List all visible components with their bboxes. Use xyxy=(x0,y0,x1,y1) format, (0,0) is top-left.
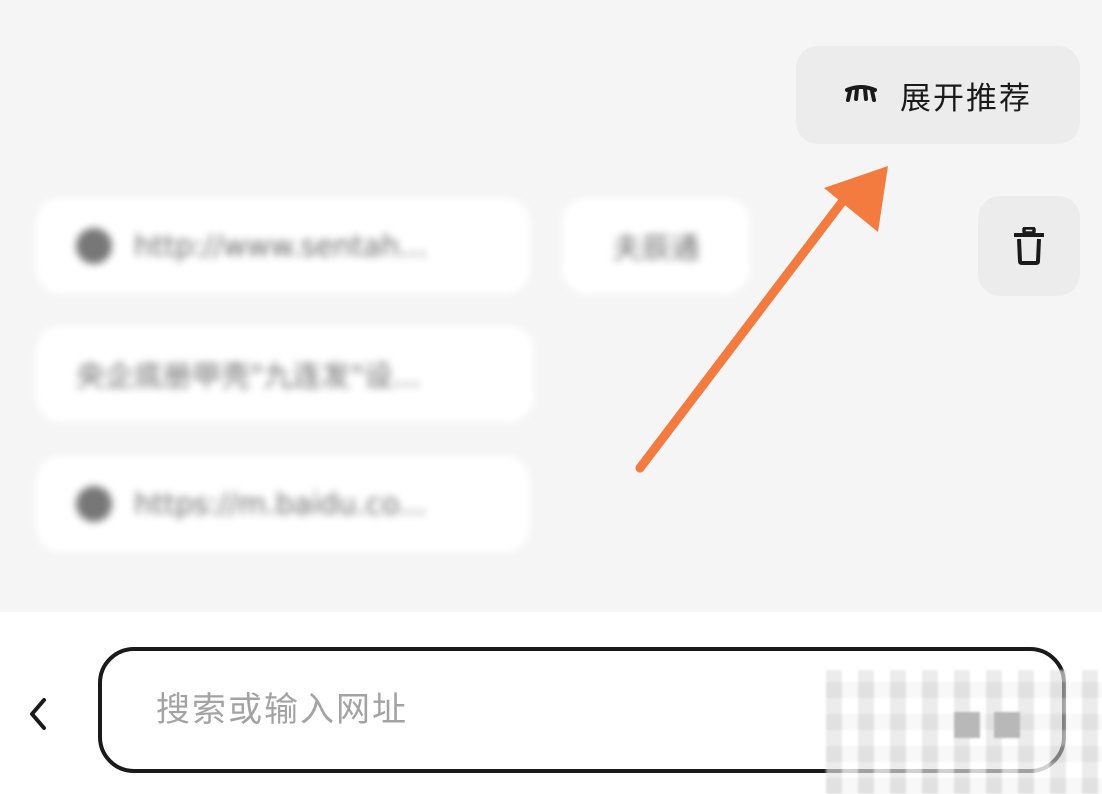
history-chip-text: 央企底册甲壳"九连发"设... xyxy=(76,359,421,393)
history-chip[interactable]: 夫辰通 xyxy=(562,198,750,294)
site-favicon-icon xyxy=(76,228,112,264)
chevron-left-icon xyxy=(30,698,46,730)
watermark-block xyxy=(954,712,980,738)
history-chip-text: 夫辰通 xyxy=(612,231,700,265)
history-chip[interactable]: http://www.sentah... xyxy=(36,198,530,294)
expand-recommendations-button[interactable]: 展开推荐 xyxy=(796,46,1080,144)
search-input[interactable] xyxy=(154,689,778,731)
clear-history-button[interactable] xyxy=(978,196,1080,296)
history-chip-text: http://www.sentah... xyxy=(134,229,428,263)
site-favicon-icon xyxy=(76,486,112,522)
back-button[interactable] xyxy=(18,690,58,738)
history-chip[interactable]: 央企底册甲壳"九连发"设... xyxy=(36,326,534,422)
watermark-block xyxy=(994,712,1020,738)
trash-icon xyxy=(1014,227,1044,265)
history-chip-text: https://m.baidu.co... xyxy=(134,487,427,521)
history-chip[interactable]: https://m.baidu.co... xyxy=(36,456,530,552)
address-bar xyxy=(0,612,1102,794)
history-panel: 展开推荐 http://www.sentah... 夫辰通 央企底册甲壳"九连发… xyxy=(0,0,1102,612)
expand-recommendations-label: 展开推荐 xyxy=(900,80,1032,117)
watermark-overlay xyxy=(826,670,1102,794)
closed-eye-icon xyxy=(845,85,877,102)
